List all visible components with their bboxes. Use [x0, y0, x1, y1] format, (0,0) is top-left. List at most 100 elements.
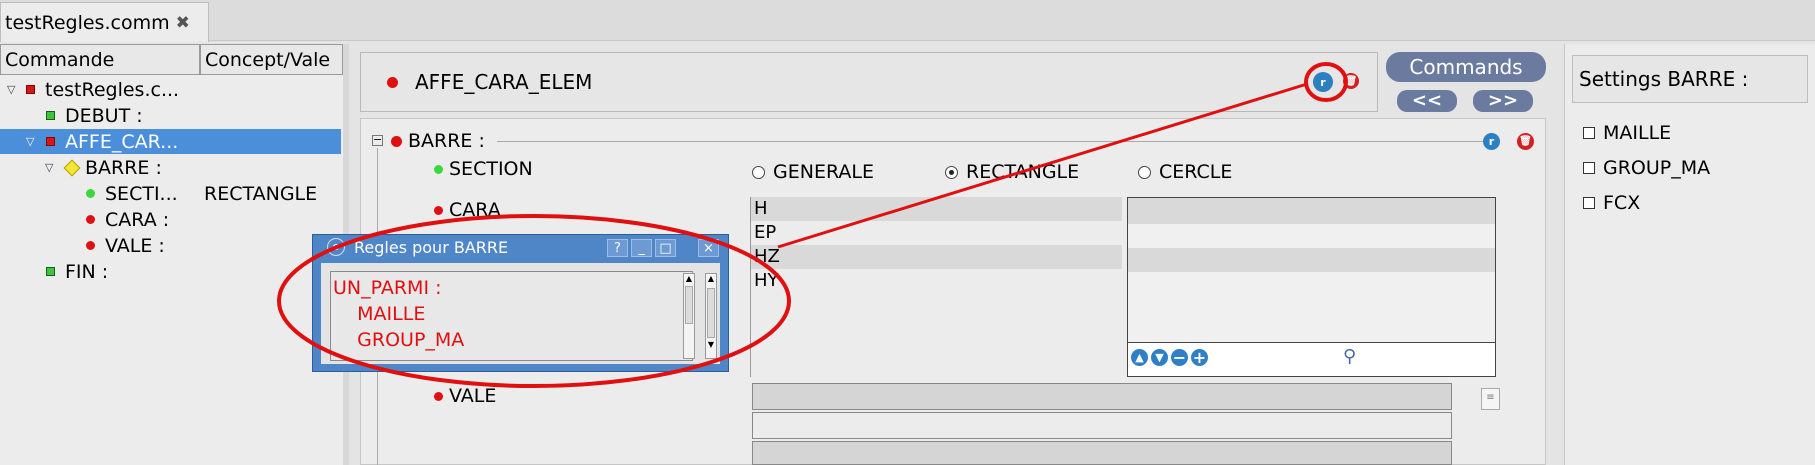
vale-field[interactable]	[752, 383, 1452, 410]
column-header-commande[interactable]: Commande	[0, 44, 200, 75]
list-item[interactable]	[1128, 272, 1495, 296]
vale-field[interactable]	[752, 441, 1452, 465]
collapse-icon[interactable]: −	[372, 134, 383, 146]
close-icon[interactable]: ✖	[176, 13, 190, 33]
option-fcx[interactable]: FCX	[1583, 192, 1640, 214]
radio-circle[interactable]	[1138, 165, 1151, 179]
dialog-body: UN_PARMI : MAILLE GROUP_MA ▲ ▲ ▼	[321, 263, 720, 364]
status-dot-icon	[86, 215, 95, 224]
tree-item-label: BARRE :	[85, 156, 162, 179]
rules-text-area: UN_PARMI : MAILLE GROUP_MA	[330, 271, 693, 361]
tree-header: Commande Concept/Vale	[0, 44, 343, 75]
list-item[interactable]	[1128, 198, 1495, 224]
scrollbar-thumb[interactable]	[707, 288, 715, 338]
move-up-icon[interactable]: ▲	[1131, 349, 1148, 366]
window-menu-icon[interactable]: o	[327, 238, 345, 256]
tree-item-section[interactable]: SECTI... RECTANGLE	[0, 181, 341, 206]
rule-line: UN_PARMI :	[333, 277, 442, 299]
tree-item-vale[interactable]: VALE :	[0, 233, 341, 258]
tree-item-affe-cara-elem[interactable]: ▽ AFFE_CAR...	[0, 129, 341, 154]
group-barre-label: BARRE :	[391, 130, 485, 152]
radio-circle[interactable]	[752, 165, 765, 179]
tree-item-label: SECTI...	[105, 182, 178, 205]
scrollbar[interactable]: ▲ ▼	[705, 273, 717, 359]
minimize-button[interactable]: _	[631, 239, 652, 257]
checkbox[interactable]	[1583, 197, 1595, 209]
tree-item-root[interactable]: ▽ testRegles.c...	[0, 77, 341, 102]
previous-button[interactable]: <<	[1397, 90, 1457, 112]
cara-label: CARA	[434, 199, 501, 221]
maximize-button[interactable]: □	[655, 239, 676, 257]
radio-label: GENERALE	[773, 161, 874, 183]
vale-inputs	[752, 383, 1452, 465]
status-square-icon	[46, 267, 55, 276]
add-icon[interactable]: +	[1191, 348, 1208, 367]
move-down-icon[interactable]: ▼	[1151, 349, 1168, 366]
commands-button[interactable]: Commands	[1386, 52, 1546, 82]
checkbox[interactable]	[1583, 162, 1595, 174]
radio-label: CERCLE	[1159, 161, 1233, 183]
section-label: SECTION	[434, 158, 533, 180]
status-dot-icon	[434, 205, 443, 215]
vale-field[interactable]	[752, 412, 1452, 439]
settings-title: Settings BARRE :	[1572, 55, 1808, 103]
list-item[interactable]: HY	[751, 269, 1122, 293]
column-header-concept[interactable]: Concept/Vale	[200, 44, 343, 75]
file-tab[interactable]: testRegles.comm ✖	[0, 2, 209, 42]
dialog-title: Regles pour BARRE	[354, 238, 509, 257]
rules-icon[interactable]: r	[1313, 72, 1333, 92]
scroll-up-icon[interactable]: ▲	[684, 274, 694, 286]
radio-cercle[interactable]: CERCLE	[1138, 161, 1232, 183]
tree-item-value: RECTANGLE	[204, 182, 318, 205]
status-dot-icon	[434, 164, 443, 174]
command-header-panel: AFFE_CARA_ELEM r 🗑	[360, 52, 1378, 112]
scroll-up-icon[interactable]: ▲	[706, 274, 716, 286]
scrollbar[interactable]: ▲	[683, 273, 695, 359]
status-square-icon	[26, 85, 35, 94]
delete-icon[interactable]: 🗑	[1343, 73, 1359, 89]
status-dot-icon	[391, 135, 402, 147]
delete-icon[interactable]: 🗑	[1517, 133, 1534, 150]
tree-item-fin[interactable]: FIN :	[0, 259, 341, 284]
status-dot-icon	[387, 77, 398, 88]
tree-item-barre[interactable]: ▽ BARRE :	[0, 155, 341, 180]
status-square-icon	[46, 111, 55, 120]
scrollbar-thumb[interactable]	[685, 286, 693, 324]
tree-item-cara[interactable]: CARA :	[0, 207, 341, 232]
section-label-text: SECTION	[449, 158, 533, 180]
list-item[interactable]	[1128, 296, 1495, 343]
radio-rectangle[interactable]: RECTANGLE	[945, 161, 1079, 183]
dialog-titlebar[interactable]: o Regles pour BARRE ? _ □ ×	[313, 235, 728, 261]
rules-dialog[interactable]: o Regles pour BARRE ? _ □ × UN_PARMI : M…	[312, 234, 729, 372]
close-button[interactable]: ×	[698, 239, 719, 257]
radio-generale[interactable]: GENERALE	[752, 161, 874, 183]
list-item[interactable]: EP	[751, 221, 1122, 245]
cara-choices-list[interactable]: H EP HZ HY	[750, 197, 1122, 377]
option-maille[interactable]: MAILLE	[1583, 122, 1671, 144]
list-item[interactable]: HZ	[751, 245, 1122, 269]
remove-icon[interactable]: −	[1171, 348, 1188, 367]
rules-icon[interactable]: r	[1483, 133, 1500, 150]
radio-circle[interactable]	[945, 165, 958, 179]
document-icon[interactable]: ≡	[1481, 388, 1500, 410]
scroll-down-icon[interactable]: ▼	[706, 340, 716, 349]
rule-line: GROUP_MA	[333, 329, 465, 351]
cara-selected-list[interactable]: ▲ ▼ − + ⚲	[1127, 197, 1496, 377]
tree-item-label: CARA :	[105, 208, 170, 231]
expand-arrow-icon[interactable]: ▽	[26, 135, 34, 148]
option-group-ma[interactable]: GROUP_MA	[1583, 157, 1710, 179]
tree-item-label: DEBUT :	[65, 104, 143, 127]
tree-item-debut[interactable]: DEBUT :	[0, 103, 341, 128]
expand-arrow-icon[interactable]: ▽	[45, 161, 53, 174]
list-item[interactable]	[1128, 224, 1495, 248]
search-icon[interactable]: ⚲	[1343, 346, 1356, 367]
help-button[interactable]: ?	[607, 239, 628, 257]
checkbox[interactable]	[1583, 127, 1595, 139]
next-button[interactable]: >>	[1473, 90, 1533, 112]
expand-arrow-icon[interactable]: ▽	[7, 83, 15, 96]
cara-label-text: CARA	[449, 199, 501, 221]
list-item[interactable]: H	[751, 197, 1122, 221]
checkbox-label: MAILLE	[1603, 122, 1672, 144]
list-item[interactable]	[1128, 248, 1495, 272]
checkbox-label: FCX	[1603, 192, 1641, 214]
